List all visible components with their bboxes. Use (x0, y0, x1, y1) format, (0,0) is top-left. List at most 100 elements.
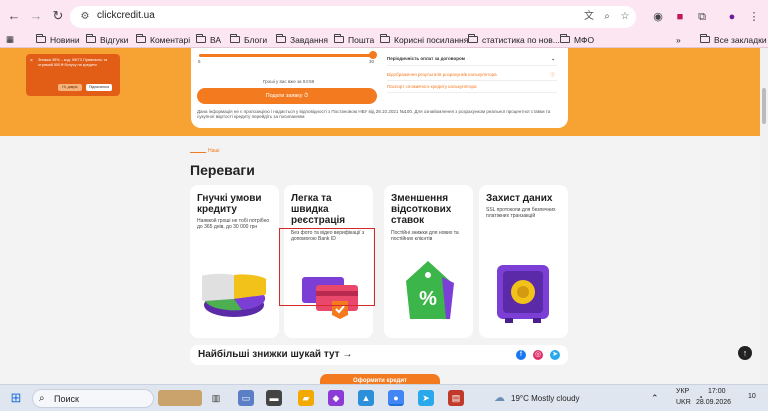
folder-icon (468, 34, 478, 43)
calc-results-link[interactable]: Відображення результатів розрахунків кал… (387, 72, 557, 81)
task-view-icon[interactable]: ▥ (208, 390, 224, 406)
app-icon[interactable]: ▭ (238, 390, 254, 406)
card-title: Гнучкі умови кредиту (197, 193, 262, 215)
clock-time[interactable]: 17:00 (708, 388, 726, 395)
advantage-card-rates[interactable]: Зменшення відсоткових ставок Постійні зн… (384, 185, 473, 338)
back-icon[interactable]: ← (6, 8, 22, 24)
bookmark-va[interactable]: ВА (196, 33, 221, 46)
bookmark-comments[interactable]: Коментарі (136, 33, 190, 46)
bookmark-news[interactable]: Новини (36, 33, 80, 46)
promo-popup-text: Знижка 35% – код: 9ЖТЗ Привласнь та отри… (38, 58, 108, 67)
taskbar-search[interactable]: ⌕ Поиск (32, 389, 154, 408)
subscribe-button[interactable]: Підписатися (86, 84, 112, 91)
card-desc: Наявкой гроші не тобі потрібно до 365 дн… (197, 218, 270, 230)
notification-badge[interactable]: 10 (748, 393, 756, 400)
camera-icon[interactable]: ◉ (650, 9, 666, 25)
bookmark-reviews[interactable]: Відгуки (86, 33, 128, 46)
instagram-icon[interactable]: ◎ (533, 350, 543, 360)
weather-text[interactable]: 19°C Mostly cloudy (511, 394, 580, 403)
term-slider[interactable] (199, 54, 371, 57)
svg-text:%: % (419, 288, 437, 310)
profile-icon[interactable]: ● (724, 9, 740, 25)
app-icon[interactable]: ▬ (266, 390, 282, 406)
decline-button[interactable]: Ні, дякую (58, 84, 82, 91)
taskbar: ⊞ ⌕ Поиск ▥ ▭ ▬ ▰ ◆ ▲ ● ➤ ▤ ☁ 19°C Mostl… (0, 384, 768, 411)
url-text[interactable]: clickcredit.ua (97, 10, 155, 21)
folder-icon (700, 34, 710, 43)
site-info-icon[interactable]: ⚙ (78, 10, 92, 24)
menu-icon[interactable]: ⋮ (746, 9, 762, 25)
chevron-down-icon: ⌄ (551, 56, 555, 61)
slider-min: 5 (198, 59, 201, 64)
discounts-banner[interactable]: Найбільші знижки шукай тут → f ◎ ➤ (190, 345, 568, 365)
section-divider (190, 152, 206, 153)
submit-application-button[interactable]: Подати заявку ⏱ (197, 88, 377, 104)
slider-max: 30 (369, 59, 375, 64)
bookmark-mail[interactable]: Пошта (334, 33, 374, 46)
order-credit-button[interactable]: Оформити кредит (320, 374, 440, 384)
folder-icon (334, 34, 344, 43)
info-icon: ⓘ (550, 72, 556, 77)
safe-icon (497, 265, 549, 323)
chart-illustration-icon (202, 273, 266, 317)
folder-icon (196, 34, 206, 43)
advantage-card-flexible[interactable]: Гнучкі умови кредиту Наявкой гроші не то… (190, 185, 279, 338)
file-explorer-icon[interactable]: ▰ (298, 390, 314, 406)
advantages-title: Переваги (190, 162, 255, 178)
section-link[interactable]: Наші (208, 148, 220, 154)
extension-icon[interactable]: ■ (672, 9, 688, 25)
app-icon[interactable]: ▲ (358, 390, 374, 406)
folder-icon (36, 34, 46, 43)
scrollbar-thumb[interactable] (762, 88, 766, 124)
browser-toolbar: ← → ↻ ⚙ clickcredit.ua 文 ⌕ ☆ ◉ ■ ⧉ ● ⋮ (0, 0, 768, 34)
advantage-card-security[interactable]: Захист даних SSL протоколи для безпечних… (479, 185, 568, 338)
scrollbar[interactable] (760, 48, 768, 384)
language-bottom[interactable]: UKR (676, 399, 691, 406)
info-panel: Періодичність оплат за договором ⌄ Відобр… (387, 54, 559, 100)
puzzle-icon[interactable]: ⧉ (694, 9, 710, 25)
telegram-taskbar-icon[interactable]: ➤ (418, 390, 434, 406)
forward-icon[interactable]: → (28, 8, 44, 24)
windows-start-icon[interactable]: ⊞ (8, 390, 24, 406)
apps-icon[interactable]: ▦ (6, 33, 14, 46)
close-icon[interactable]: × (30, 58, 33, 64)
bookmarks-overflow[interactable]: » (676, 33, 681, 46)
star-icon[interactable]: ☆ (618, 10, 632, 24)
copilot-icon[interactable]: ◆ (328, 390, 344, 406)
bookmark-tasks[interactable]: Завдання (276, 33, 328, 46)
payment-schedule[interactable]: Періодичність оплат за договором ⌄ (387, 56, 557, 66)
clock-date[interactable]: 28.09.2026 (696, 399, 731, 406)
tray-chevron-icon[interactable]: ⌃ (651, 393, 659, 404)
bookmark-blogs[interactable]: Блоги (230, 33, 267, 46)
translate-icon[interactable]: 文 (582, 10, 596, 24)
page-content: × Знижка 35% – код: 9ЖТЗ Привласнь та от… (0, 48, 760, 384)
passport-link[interactable]: Паспорт споживчого кредиту калькулятора (387, 84, 557, 93)
scroll-up-icon[interactable]: ↑ (738, 346, 752, 360)
address-bar[interactable]: ⚙ clickcredit.ua 文 ⌕ ☆ (70, 6, 636, 28)
all-bookmarks[interactable]: Все закладки (700, 33, 767, 46)
language-top[interactable]: УКР (676, 388, 689, 395)
folder-icon (380, 34, 390, 43)
search-highlight-image (158, 390, 202, 406)
telegram-icon[interactable]: ➤ (550, 350, 560, 360)
card-title: Легка та швидка реєстрація (291, 193, 346, 226)
bookmark-useful-links[interactable]: Корисні посилання (380, 33, 468, 46)
card-desc: Постійні знижки для нових та постійних к… (391, 230, 459, 242)
highlight-box (279, 228, 375, 306)
disclaimer: Дана інформація не є пропозицією і надає… (197, 109, 551, 119)
folder-icon (136, 34, 146, 43)
return-text: Гроші у вас вже за 04:58 (263, 79, 315, 84)
reload-icon[interactable]: ↻ (50, 8, 66, 24)
folder-icon (560, 34, 570, 43)
zoom-icon[interactable]: ⌕ (600, 10, 614, 24)
facebook-icon[interactable]: f (516, 350, 526, 360)
bookmark-stats[interactable]: статистика по нов... (468, 33, 560, 46)
chrome-icon[interactable]: ● (388, 390, 404, 406)
search-icon: ⌕ (39, 393, 45, 404)
slider-handle[interactable] (369, 51, 377, 59)
card-desc: SSL протоколи для безпечних платіжних тр… (486, 207, 556, 219)
discounts-text: Найбільші знижки шукай тут → (198, 349, 353, 360)
app-icon[interactable]: ▤ (448, 390, 464, 406)
bookmark-mfo[interactable]: МФО (560, 33, 594, 46)
folder-icon (230, 34, 240, 43)
